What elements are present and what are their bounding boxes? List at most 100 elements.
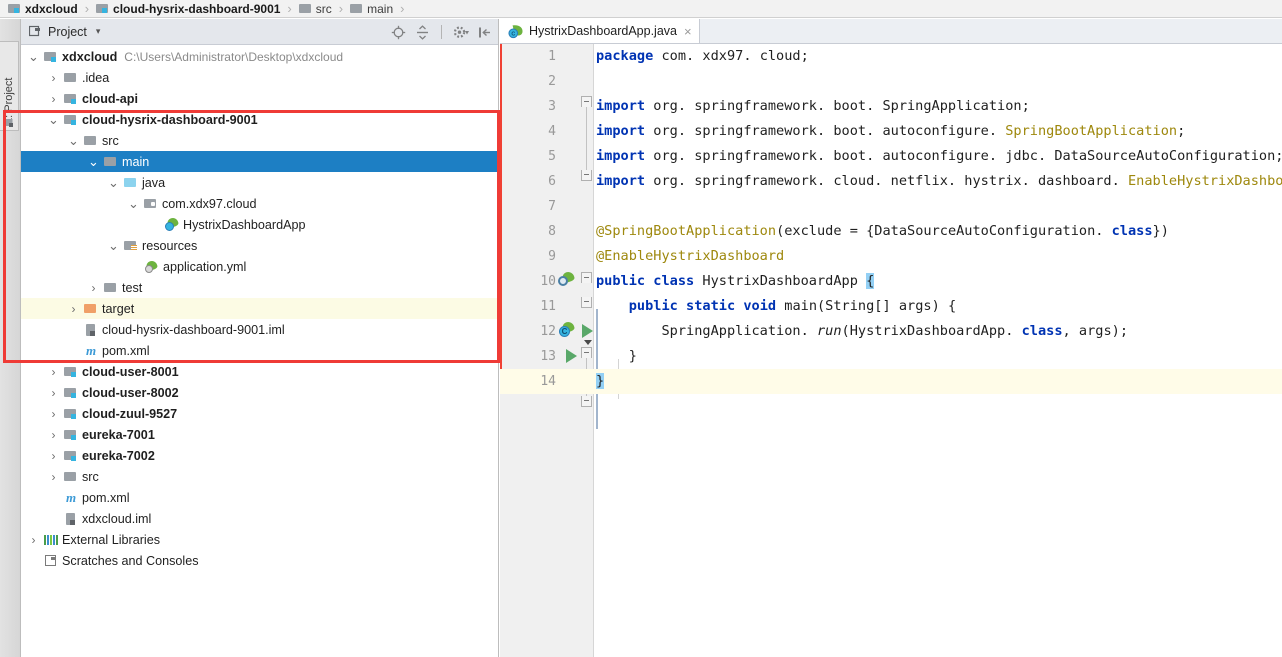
folder-icon — [298, 3, 312, 14]
tree-row-eureka-7002[interactable]: › eureka-7002 — [21, 445, 498, 466]
code-line-2[interactable]: 2 — [500, 69, 1282, 94]
tree-row-pom-xml[interactable]: ›mpom.xml — [21, 340, 498, 361]
chevron-right-icon[interactable]: › — [47, 407, 60, 421]
chevron-right-icon[interactable]: › — [47, 428, 60, 442]
code-line-3[interactable]: 3 import org. springframework. boot. Spri… — [500, 94, 1282, 119]
line-number: 4 — [548, 124, 556, 139]
breadcrumb-label: xdxcloud — [25, 1, 78, 16]
chevron-down-icon[interactable]: ⌄ — [107, 238, 120, 253]
project-panel-title: Project — [48, 24, 87, 39]
chevron-right-icon[interactable]: › — [47, 71, 60, 85]
chevron-down-icon[interactable]: ▾ — [96, 26, 101, 37]
chevron-down-icon[interactable]: ⌄ — [87, 154, 100, 169]
tree-row-test[interactable]: › test — [21, 277, 498, 298]
chevron-right-icon[interactable]: › — [47, 92, 60, 106]
code-line-11[interactable]: 11 public static void main(String[] args… — [500, 294, 1282, 319]
code-text: import org. springframework. boot. autoc… — [596, 119, 1185, 144]
code-token: main(String[] args) { — [776, 298, 957, 314]
code-line-4[interactable]: 4 import org. springframework. boot. auto… — [500, 119, 1282, 144]
chevron-right-icon[interactable]: › — [47, 386, 60, 400]
code-line-5[interactable]: 5 import org. springframework. boot. auto… — [500, 144, 1282, 169]
editor-tab-hystrixdashboardapp[interactable]: C HystrixDashboardApp.java × — [500, 19, 700, 43]
tree-row-cloud-zuul-9527[interactable]: › cloud-zuul-9527 — [21, 403, 498, 424]
tree-row-main[interactable]: ⌄ main — [21, 151, 498, 172]
tree-row-hystrixdashboardapp[interactable]: ›HystrixDashboardApp — [21, 214, 498, 235]
tree-row-scratches-and-consoles[interactable]: ›Scratches and Consoles — [21, 550, 498, 571]
breadcrumb-separator: › — [84, 1, 90, 16]
chevron-right-icon[interactable]: › — [47, 449, 60, 463]
module-icon — [8, 3, 21, 14]
chevron-down-icon[interactable]: ⌄ — [27, 49, 40, 64]
chevron-down-icon[interactable]: ⌄ — [107, 175, 120, 190]
tree-row-java[interactable]: ⌄ java — [21, 172, 498, 193]
breadcrumb-item-src[interactable]: src — [298, 2, 332, 16]
chevron-right-icon[interactable]: › — [47, 365, 60, 379]
tree-row-cloud-user-8001[interactable]: › cloud-user-8001 — [21, 361, 498, 382]
code-token: DataSourceAutoConfiguration. — [874, 223, 1112, 239]
line-number: 9 — [548, 249, 556, 264]
line-number: 6 — [548, 174, 556, 189]
tree-row-label: eureka-7002 — [82, 448, 155, 463]
code-editor[interactable]: C 1 package com. xdx97. cloud; 2 3 import or… — [500, 44, 1282, 657]
tree-row-external-libraries[interactable]: › External Libraries — [21, 529, 498, 550]
tree-row-xdxcloud-iml[interactable]: ›xdxcloud.iml — [21, 508, 498, 529]
tool-window-strip: 1: Project — [0, 19, 21, 657]
code-line-14[interactable]: 14} — [500, 369, 1282, 394]
locate-icon[interactable] — [391, 25, 406, 40]
collapse-all-icon[interactable] — [415, 24, 430, 40]
chevron-right-icon[interactable]: › — [47, 470, 60, 484]
chevron-right-icon[interactable]: › — [87, 281, 100, 295]
tree-row-pom-xml[interactable]: ›mpom.xml — [21, 487, 498, 508]
tree-row-xdxcloud[interactable]: ⌄ xdxcloud C:\Users\Administrator\Desktop\… — [21, 46, 498, 67]
tree-row-cloud-user-8002[interactable]: › cloud-user-8002 — [21, 382, 498, 403]
tree-row-cloud-hysrix-dashboard-9001[interactable]: ⌄ cloud-hysrix-dashboard-9001 — [21, 109, 498, 130]
project-panel-header: Project ▾ — [21, 19, 498, 45]
project-tree[interactable]: ⌄ xdxcloud C:\Users\Administrator\Desktop\… — [21, 46, 498, 656]
code-token: public static void — [628, 298, 777, 314]
tree-row-src[interactable]: ⌄ src — [21, 130, 498, 151]
module-icon — [96, 3, 109, 14]
tree-row-target[interactable]: › target — [21, 298, 498, 319]
scratches-icon — [44, 554, 58, 567]
code-line-13[interactable]: 13 } — [500, 344, 1282, 369]
code-line-8[interactable]: 8 @SpringBootApplication(exclude = {DataS… — [500, 219, 1282, 244]
tree-row-label: Scratches and Consoles — [62, 553, 199, 568]
breadcrumb-item-main[interactable]: main — [350, 2, 393, 16]
breadcrumb-item-xdxcloud[interactable]: xdxcloud — [8, 2, 78, 16]
folder-icon — [84, 134, 98, 147]
line-number: 7 — [548, 199, 556, 214]
tree-row-eureka-7001[interactable]: › eureka-7001 — [21, 424, 498, 445]
tree-row-com-xdx97-cloud[interactable]: ⌄ com.xdx97.cloud — [21, 193, 498, 214]
tree-row-cloud-hysrix-dashboard-9001-iml[interactable]: ›cloud-hysrix-dashboard-9001.iml — [21, 319, 498, 340]
tree-row-src[interactable]: › src — [21, 466, 498, 487]
code-token: (exclude = — [776, 223, 867, 239]
code-line-9[interactable]: 9 @EnableHystrixDashboard — [500, 244, 1282, 269]
code-line-7[interactable]: 7 — [500, 194, 1282, 219]
chevron-down-icon[interactable]: ⌄ — [67, 133, 80, 148]
chevron-right-icon[interactable]: › — [27, 533, 40, 547]
line-number: 11 — [540, 299, 556, 314]
code-line-12[interactable]: 12 SpringApplication. run(HystrixDashboa… — [500, 319, 1282, 344]
code-line-10[interactable]: 10 public class HystrixDashboardApp { — [500, 269, 1282, 294]
tree-row-application-yml[interactable]: ›application.yml — [21, 256, 498, 277]
code-text: @EnableHystrixDashboard — [596, 244, 784, 269]
chevron-down-icon[interactable]: ⌄ — [127, 196, 140, 211]
chevron-down-icon[interactable]: ⌄ — [47, 112, 60, 127]
code-line-1[interactable]: 1 package com. xdx97. cloud; — [500, 44, 1282, 69]
breadcrumb-item-cloud-hysrix-dashboard-9001[interactable]: cloud-hysrix-dashboard-9001 — [96, 2, 280, 16]
line-number: 2 — [548, 74, 556, 89]
settings-gear-icon[interactable] — [453, 25, 469, 40]
close-icon[interactable]: × — [684, 25, 692, 38]
code-lines[interactable]: 1 package com. xdx97. cloud; 2 3 import org.… — [500, 44, 1282, 657]
tree-row--idea[interactable]: › .idea — [21, 67, 498, 88]
tree-row-resources[interactable]: ⌄ resources — [21, 235, 498, 256]
sidebar-tab-project[interactable]: 1: Project — [0, 41, 19, 131]
hide-panel-icon[interactable] — [477, 25, 492, 40]
tree-row-cloud-api[interactable]: › cloud-api — [21, 88, 498, 109]
code-text: public class HystrixDashboardApp { — [596, 269, 875, 294]
code-line-6[interactable]: 6 import org. springframework. cloud. net… — [500, 169, 1282, 194]
folder-icon — [104, 281, 118, 294]
chevron-right-icon[interactable]: › — [67, 302, 80, 316]
iml-file-icon — [64, 512, 78, 526]
